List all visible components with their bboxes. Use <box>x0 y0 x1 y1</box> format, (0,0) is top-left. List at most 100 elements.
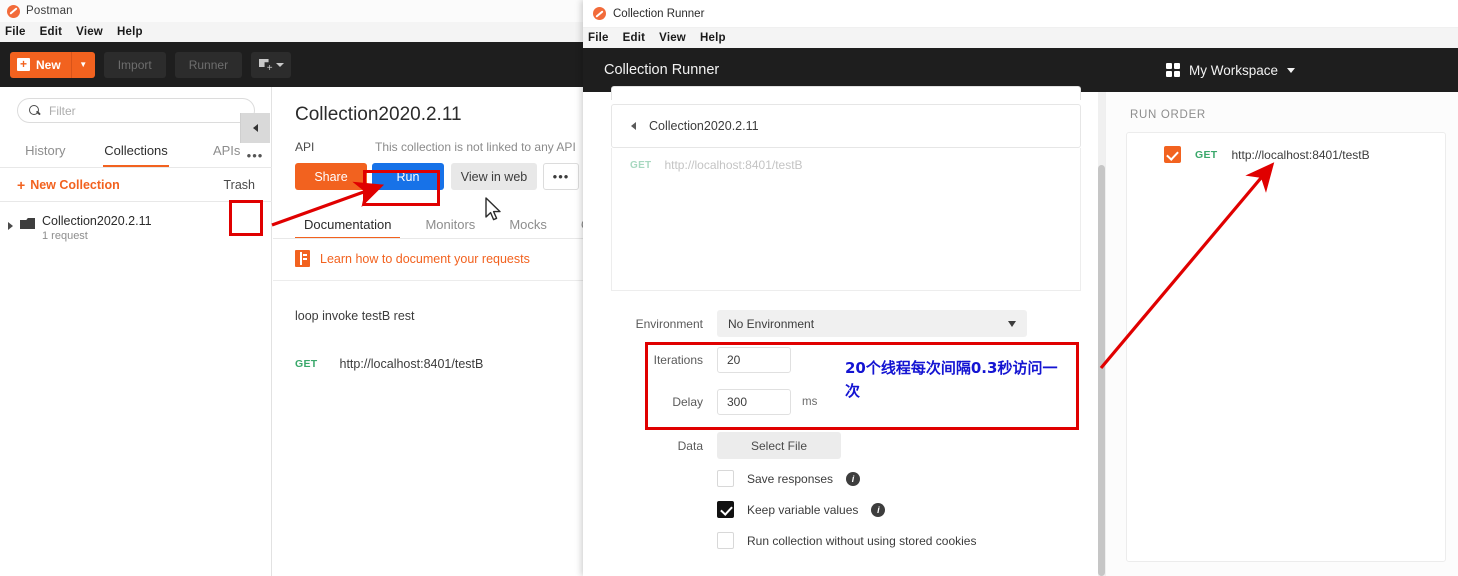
environment-row: Environment No Environment <box>611 310 1027 337</box>
request-method: GET <box>295 358 318 370</box>
run-order-item-checkbox[interactable] <box>1164 146 1181 163</box>
share-button[interactable]: Share <box>295 163 367 190</box>
environment-label: Environment <box>635 316 703 331</box>
trash-button[interactable]: Trash <box>224 178 256 192</box>
run-without-cookies-checkbox[interactable] <box>717 532 734 549</box>
request-method: GET <box>630 159 652 171</box>
info-icon[interactable]: i <box>846 471 861 486</box>
sidebar-collection-request-count: 1 request <box>42 230 88 242</box>
view-in-web-button[interactable]: View in web <box>451 163 537 190</box>
menu-edit[interactable]: Edit <box>40 26 63 38</box>
delay-row: Delay 300 ms <box>611 389 817 415</box>
keep-variable-values-checkbox[interactable] <box>717 501 734 518</box>
iterations-row: Iterations 20 <box>611 347 791 373</box>
api-label: API <box>295 140 315 154</box>
sidebar-tab-history[interactable]: History <box>0 134 91 167</box>
chevron-right-icon[interactable] <box>8 222 13 230</box>
delay-label: Delay <box>672 395 703 409</box>
tab-monitors[interactable]: Monitors <box>408 209 492 239</box>
documentation-hint[interactable]: Learn how to document your requests <box>295 250 530 267</box>
runner-button[interactable]: Runner <box>174 51 243 78</box>
runner-menu-edit[interactable]: Edit <box>623 32 646 44</box>
runner-collection-selector[interactable]: Collection2020.2.11 <box>611 104 1081 148</box>
sidebar-handle-more-button[interactable]: ••• <box>240 143 270 167</box>
mouse-pointer-icon <box>485 197 501 221</box>
save-responses-checkbox[interactable] <box>717 470 734 487</box>
runner-menubar: File Edit View Help <box>583 28 1458 48</box>
run-without-cookies-label: Run collection without using stored cook… <box>747 533 977 548</box>
plus-icon: + <box>17 58 30 71</box>
search-icon <box>29 105 40 116</box>
request-url: http://localhost:8401/testB <box>664 158 803 172</box>
runner-config-panel: Collection2020.2.11 GET http://localhost… <box>583 86 1098 576</box>
request-url: http://localhost:8401/testB <box>339 357 484 371</box>
folder-icon <box>20 218 35 229</box>
iterations-input[interactable]: 20 <box>717 347 791 373</box>
data-label: Data <box>677 438 703 453</box>
new-collection-label: New Collection <box>30 177 120 192</box>
keep-variable-values-row[interactable]: Keep variable values i <box>717 501 886 518</box>
runner-titlebar: Collection Runner <box>583 0 1458 28</box>
runner-collection-name: Collection2020.2.11 <box>649 119 759 133</box>
sidebar-collection-name: Collection2020.2.11 <box>42 214 152 228</box>
runner-window-title: Collection Runner <box>613 7 705 20</box>
request-method: GET <box>1195 148 1218 161</box>
workspace-selector[interactable]: My Workspace <box>1166 62 1296 78</box>
screenshot-root: Postman File Edit View Help + New ▼ Impo… <box>0 0 1458 576</box>
postman-sidebar: Filter History Collections APIs + New Co… <box>0 87 272 576</box>
chevron-down-icon <box>1008 320 1016 327</box>
runner-menu-file[interactable]: File <box>588 32 609 44</box>
runner-header-title: Collection Runner <box>604 62 720 78</box>
menu-view[interactable]: View <box>76 26 103 38</box>
run-without-cookies-row[interactable]: Run collection without using stored cook… <box>717 532 976 549</box>
api-link-note: This collection is not linked to any API <box>375 140 576 154</box>
request-url: http://localhost:8401/testB <box>1231 147 1370 162</box>
vertical-scrollbar-thumb[interactable] <box>1098 165 1105 576</box>
plus-icon: + <box>17 176 26 193</box>
chinese-annotation-note: 20个线程每次间隔0.3秒访问一次 <box>845 359 1058 400</box>
menu-file[interactable]: File <box>5 26 26 38</box>
new-dropdown-button[interactable]: ▼ <box>70 51 95 78</box>
sidebar-tab-collections[interactable]: Collections <box>91 134 182 167</box>
run-button[interactable]: Run <box>372 163 444 190</box>
new-window-button[interactable] <box>251 51 292 78</box>
collection-runner-window: Collection Runner File Edit View Help Co… <box>583 0 1458 576</box>
menu-help[interactable]: Help <box>117 26 143 38</box>
more-options-button[interactable]: ••• <box>543 163 579 190</box>
main-tabs: Documentation Monitors Mocks Ch <box>287 209 615 239</box>
new-collection-button[interactable]: + New Collection <box>17 178 120 192</box>
runner-request-list: GET http://localhost:8401/testB <box>611 148 1081 291</box>
tab-documentation[interactable]: Documentation <box>287 209 408 239</box>
filter-placeholder: Filter <box>49 103 76 118</box>
sidebar-actions-row: + New Collection Trash <box>0 168 272 202</box>
delay-input[interactable]: 300 <box>717 389 791 415</box>
new-button[interactable]: + New <box>10 51 71 78</box>
new-button-label: New <box>36 57 61 72</box>
collection-description: loop invoke testB rest <box>295 309 415 323</box>
workspace-label: My Workspace <box>1189 62 1279 78</box>
runner-menu-help[interactable]: Help <box>700 32 726 44</box>
new-window-icon <box>259 59 273 74</box>
sidebar-collapse-handle[interactable] <box>240 113 270 143</box>
chevron-down-icon: ▼ <box>79 60 88 69</box>
documentation-hint-label: Learn how to document your requests <box>320 251 530 266</box>
chevron-left-icon[interactable] <box>631 122 636 130</box>
documentation-request-row[interactable]: GET http://localhost:8401/testB <box>295 357 483 371</box>
info-icon[interactable]: i <box>871 502 886 517</box>
save-responses-row[interactable]: Save responses i <box>717 470 861 487</box>
chevron-left-icon <box>253 124 258 132</box>
list-item[interactable]: GET http://localhost:8401/testB <box>630 158 803 172</box>
sidebar-collection-item[interactable]: Collection2020.2.11 1 request <box>0 205 272 253</box>
run-order-item[interactable]: GET http://localhost:8401/testB <box>1164 146 1370 163</box>
keep-variable-values-label: Keep variable values <box>747 502 859 517</box>
filter-input[interactable]: Filter <box>17 98 255 123</box>
runner-menu-view[interactable]: View <box>659 32 686 44</box>
environment-select[interactable]: No Environment <box>717 310 1027 337</box>
new-button-group: + New ▼ <box>10 51 95 78</box>
save-responses-label: Save responses <box>747 471 834 486</box>
select-file-button[interactable]: Select File <box>717 432 841 459</box>
page-title: Collection2020.2.11 <box>295 104 462 125</box>
import-button[interactable]: Import <box>103 51 166 78</box>
postman-logo-icon <box>7 4 20 18</box>
run-order-card: GET http://localhost:8401/testB <box>1126 132 1446 562</box>
